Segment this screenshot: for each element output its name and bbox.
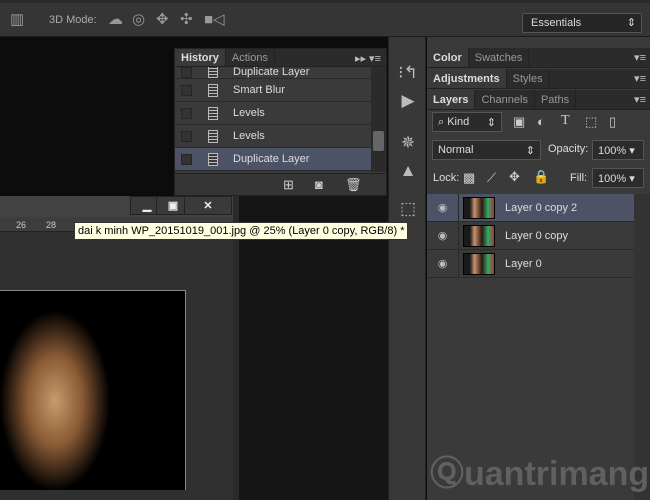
history-item[interactable]: Duplicate Layer — [175, 67, 371, 79]
tab-swatches[interactable]: Swatches — [469, 48, 530, 67]
filter-adjustment-icon[interactable]: ◐ — [537, 114, 545, 129]
opacity-label: Opacity: — [548, 143, 589, 155]
actions-play-icon[interactable]: ▶ — [389, 91, 427, 111]
document-icon — [208, 129, 218, 143]
panel-menu-icon[interactable]: ▸▸ ▾≡ — [350, 49, 386, 66]
history-item-label: Duplicate Layer — [233, 153, 310, 165]
lock-brush-icon[interactable]: ⟋ — [487, 170, 496, 186]
tab-color[interactable]: Color — [427, 48, 469, 67]
panel-menu-icon[interactable]: ▾≡ — [634, 72, 646, 85]
layer-filter-select[interactable]: ⌕ Kind ⇕ — [432, 112, 502, 132]
panel-menu-icon[interactable]: ▾≡ — [634, 51, 646, 64]
ruler-tick-label: 26 — [16, 220, 27, 230]
history-scrollbar[interactable] — [371, 67, 386, 172]
layer-thumbnail — [463, 196, 495, 219]
3d-orbit-icon[interactable]: ☁ — [108, 10, 123, 28]
document-title-bar[interactable]: ▁ ▣ ✕ — [0, 196, 233, 217]
panel-menu-icon[interactable]: ▾≡ — [634, 93, 646, 106]
history-item[interactable]: Levels — [175, 102, 371, 125]
blend-value: Normal — [438, 144, 474, 156]
layer-thumbnail — [463, 224, 495, 247]
history-item[interactable]: Levels — [175, 125, 371, 148]
snapshot-camera-icon[interactable]: ◙ — [315, 177, 323, 192]
tab-adjustments[interactable]: Adjustments — [427, 69, 507, 88]
layer-row[interactable]: ◉ Layer 0 — [427, 250, 634, 278]
filter-smart-object-icon[interactable]: ▯ — [609, 114, 616, 130]
watermark-logo: Ⓠuantrimang — [430, 455, 650, 493]
3d-slide-icon[interactable]: ✣ — [180, 10, 193, 28]
opacity-input[interactable]: 100% ▾ — [592, 140, 644, 160]
close-button[interactable]: ✕ — [184, 196, 232, 215]
tab-layers[interactable]: Layers — [427, 90, 476, 109]
workspace-icon[interactable]: ▥ — [10, 10, 24, 28]
new-document-icon[interactable]: ⊞ — [283, 177, 294, 193]
history-panel: History Actions ▸▸ ▾≡ Duplicate Layer Sm… — [174, 48, 387, 196]
lock-move-icon[interactable]: ✥ — [509, 169, 520, 185]
fill-label: Fill: — [570, 172, 588, 184]
trash-icon[interactable]: 🗑 — [345, 177, 362, 193]
layer-name: Layer 0 copy 2 — [505, 201, 578, 214]
image-canvas[interactable] — [0, 290, 186, 490]
3d-mode-label: 3D Mode: — [49, 14, 97, 26]
filter-type-icon[interactable]: T — [561, 113, 570, 129]
document-icon — [208, 67, 218, 78]
layer-thumbnail — [463, 252, 495, 275]
history-item[interactable]: Smart Blur — [175, 79, 371, 102]
panel-icon-strip: ⁝↰ ▶ ✵ ▲ ⬚ — [388, 37, 426, 500]
history-item-label: Levels — [233, 130, 265, 142]
eye-icon[interactable]: ◉ — [427, 194, 459, 221]
lock-label: Lock: — [433, 172, 460, 184]
tab-paths[interactable]: Paths — [535, 90, 577, 109]
workspace-value: Essentials — [531, 17, 582, 29]
fill-input[interactable]: 100% ▾ — [592, 168, 644, 188]
layer-name: Layer 0 copy — [505, 229, 568, 242]
3d-pan-icon[interactable]: ✥ — [156, 10, 169, 28]
tab-actions[interactable]: Actions — [226, 49, 275, 66]
history-item-label: Levels — [233, 107, 265, 119]
tab-history[interactable]: History — [175, 49, 226, 66]
lock-transparency-icon[interactable]: ▩ — [463, 170, 475, 186]
filter-shape-icon[interactable]: ⬚ — [585, 114, 597, 130]
layer-row[interactable]: ◉ Layer 0 copy 2 — [427, 194, 634, 222]
document-icon — [208, 83, 218, 97]
pasteboard — [233, 196, 388, 500]
document-tooltip: dai k minh WP_20151019_001.jpg @ 25% (La… — [74, 222, 409, 240]
3d-camera-icon[interactable]: ■◁ — [204, 10, 225, 28]
history-item-selected[interactable]: Duplicate Layer — [175, 148, 371, 171]
workspace-select[interactable]: Essentials ⇕ — [522, 13, 642, 33]
ruler-tick-label: 28 — [46, 220, 57, 230]
tab-channels[interactable]: Channels — [475, 90, 535, 109]
navigator-icon[interactable]: ✵ — [389, 133, 427, 153]
layer-name: Layer 0 — [505, 257, 542, 270]
layer-row[interactable]: ◉ Layer 0 copy — [427, 222, 634, 250]
eye-icon[interactable]: ◉ — [427, 250, 459, 277]
histogram-icon[interactable]: ▲ — [389, 161, 427, 181]
history-item-label: Duplicate Layer — [233, 67, 310, 78]
fill-value: 100% — [598, 173, 627, 185]
document-icon — [208, 152, 218, 166]
document-icon — [208, 106, 218, 120]
options-bar: ▥ 3D Mode: ☁ ◎ ✥ ✣ ■◁ Essentials ⇕ — [0, 0, 650, 37]
history-item-label: Smart Blur — [233, 84, 285, 96]
3d-panel-icon[interactable]: ⬚ — [389, 199, 427, 219]
history-panel-icon[interactable]: ⁝↰ — [389, 63, 427, 83]
eye-icon[interactable]: ◉ — [427, 222, 459, 249]
lock-all-icon[interactable]: 🔒 — [533, 169, 549, 185]
3d-roll-icon[interactable]: ◎ — [132, 10, 145, 28]
filter-pixel-icon[interactable]: ▣ — [513, 114, 525, 130]
blend-mode-select[interactable]: Normal ⇕ — [432, 140, 541, 160]
filter-value: Kind — [447, 116, 470, 128]
opacity-value: 100% — [598, 145, 627, 157]
right-panels: Color Swatches ▾≡ Adjustments Styles ▾≡ Laye… — [427, 37, 650, 500]
updown-icon: ⇕ — [626, 17, 636, 29]
tab-styles[interactable]: Styles — [507, 69, 550, 88]
